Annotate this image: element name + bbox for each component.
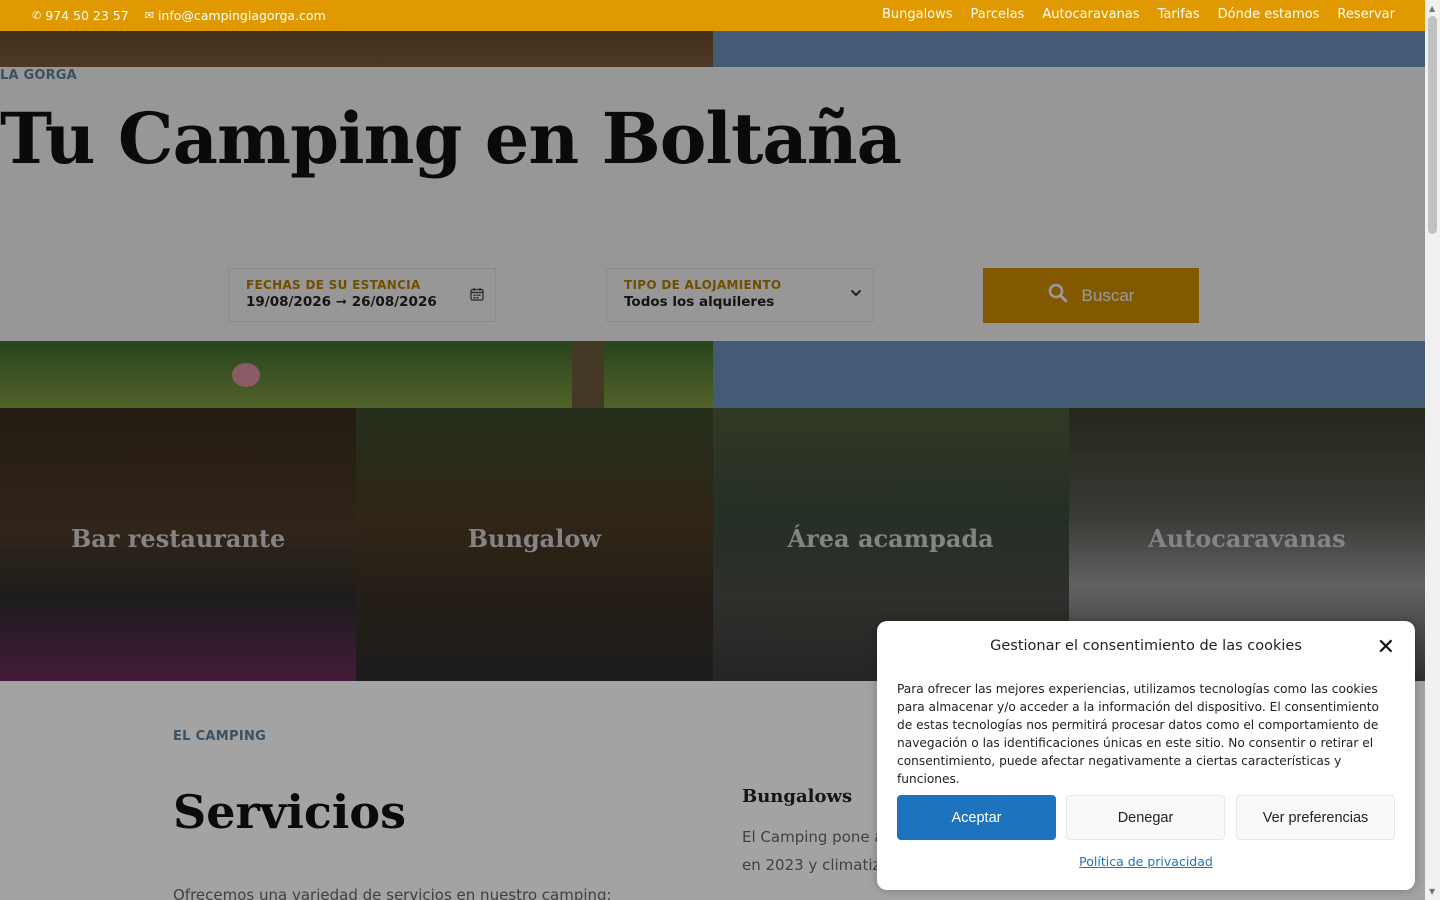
accept-button[interactable]: Aceptar bbox=[897, 795, 1056, 840]
cookie-title: Gestionar el consentimiento de las cooki… bbox=[990, 638, 1302, 654]
nav-reservar[interactable]: Reservar bbox=[1337, 7, 1395, 22]
cookie-text: Para ofrecer las mejores experiencias, u… bbox=[897, 682, 1379, 786]
contact-info: ✆ 974 50 23 57 ✉ info@campinglagorga.com bbox=[32, 8, 342, 23]
email-address: info@campinglagorga.com bbox=[157, 8, 326, 23]
nav-parcelas[interactable]: Parcelas bbox=[971, 7, 1025, 22]
phone-icon: ✆ bbox=[32, 9, 42, 22]
close-icon[interactable]: ✕ bbox=[1377, 635, 1395, 660]
nav-donde-estamos[interactable]: Dónde estamos bbox=[1218, 7, 1320, 22]
phone-link[interactable]: ✆ 974 50 23 57 bbox=[32, 8, 129, 23]
scrollbar-thumb[interactable] bbox=[1428, 16, 1437, 234]
scroll-down-icon[interactable]: ▼ bbox=[1429, 887, 1435, 896]
nav-autocaravanas[interactable]: Autocaravanas bbox=[1042, 7, 1139, 22]
page-scrollbar[interactable]: ▲ ▼ bbox=[1425, 0, 1440, 900]
scroll-up-icon[interactable]: ▲ bbox=[1429, 4, 1435, 13]
email-link[interactable]: ✉ info@campinglagorga.com bbox=[145, 8, 326, 23]
nav-tarifas[interactable]: Tarifas bbox=[1158, 7, 1200, 22]
phone-number: 974 50 23 57 bbox=[45, 8, 129, 23]
cookie-consent-dialog: Gestionar el consentimiento de las cooki… bbox=[877, 621, 1415, 890]
nav-bungalows[interactable]: Bungalows bbox=[882, 7, 953, 22]
envelope-icon: ✉ bbox=[144, 9, 154, 22]
preferences-button[interactable]: Ver preferencias bbox=[1236, 795, 1395, 840]
main-nav: Bungalows Parcelas Autocaravanas Tarifas… bbox=[864, 7, 1395, 22]
deny-button[interactable]: Denegar bbox=[1066, 795, 1225, 840]
top-bar: ✆ 974 50 23 57 ✉ info@campinglagorga.com… bbox=[0, 0, 1425, 31]
privacy-policy-link[interactable]: Política de privacidad bbox=[877, 854, 1415, 869]
